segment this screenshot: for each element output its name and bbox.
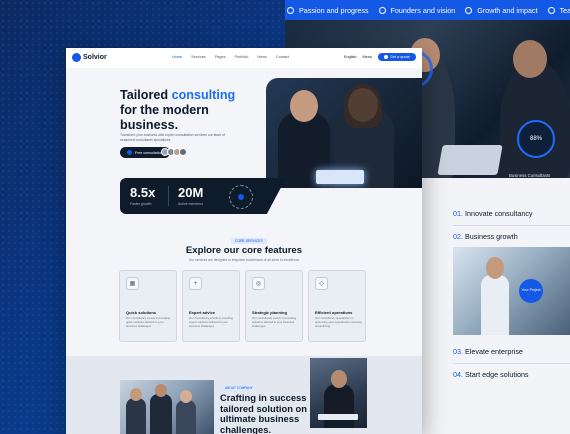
section-title: Explore our core features	[185, 245, 303, 256]
document	[318, 414, 358, 420]
feature-card-desc: Our consultancy specializes in optimizin…	[315, 316, 362, 328]
tablet-device	[437, 145, 503, 175]
logo-icon	[72, 53, 81, 62]
person-head	[331, 370, 347, 388]
circle-icon	[547, 6, 555, 14]
person-head	[513, 40, 547, 78]
person-silhouette	[500, 60, 570, 178]
stat-value: 8.5x	[130, 185, 156, 200]
stat-item: 8.5x Faster growth	[130, 185, 155, 206]
circle-icon	[287, 6, 294, 14]
logo[interactable]: Solvior	[72, 53, 107, 62]
topbar-label: Passion and progress	[299, 5, 369, 15]
topbar-item[interactable]: Founders and vision	[378, 5, 456, 15]
topbar-item[interactable]: Team and values	[547, 5, 570, 15]
person-silhouette	[150, 394, 172, 434]
nav-link-news[interactable]: News	[257, 55, 267, 59]
person-head	[290, 90, 318, 122]
stat-item: 20M Active members	[178, 185, 203, 206]
feature-card-title: Quick solutions	[126, 310, 157, 315]
stat-circle: 88%	[517, 120, 555, 158]
feature-card[interactable]: ▦ Quick solutions Our consultancy excels…	[119, 270, 177, 342]
person-silhouette	[481, 275, 509, 335]
stat-label: Active members	[178, 202, 204, 206]
arrow-icon	[127, 150, 132, 155]
topbar-label: Founders and vision	[390, 5, 456, 15]
plus-icon: +	[189, 277, 202, 290]
feature-card-desc: Our consultancy excels in providing solu…	[252, 316, 296, 328]
nav-link-pages[interactable]: Pages	[215, 55, 226, 59]
avatar-group	[161, 148, 187, 156]
topbar-label: Team and values	[559, 5, 570, 15]
get-quote-label: Get a quote	[389, 55, 410, 59]
business-growth-photo: Your Project	[453, 247, 570, 335]
section-title: Crafting in success tailored solution on…	[220, 392, 307, 434]
avatar	[179, 148, 187, 156]
project-circle-button[interactable]: Your Project	[519, 279, 543, 303]
stat-label: Faster growth	[130, 202, 152, 206]
person-head	[155, 384, 167, 397]
divider	[453, 225, 570, 226]
list-item[interactable]: 02. Business growth	[453, 232, 518, 241]
feature-card-title: Efficient operations	[315, 310, 353, 315]
topbar-item[interactable]: Growth and impact	[465, 5, 538, 15]
photo-caption: Business Consultants	[509, 173, 551, 178]
diamond-icon: ◇	[315, 277, 328, 290]
list-item[interactable]: 01. Innovate consultancy	[453, 209, 533, 218]
arrow-icon	[383, 55, 388, 59]
topbar-label: Growth and impact	[477, 5, 538, 15]
feature-cards: ▦ Quick solutions Our consultancy excels…	[119, 270, 369, 342]
stat-value: 20M	[178, 185, 204, 200]
feature-card-title: Strategic planning	[252, 310, 287, 315]
navbar: Solvior Home Services Pages Portfolio Ne…	[66, 48, 422, 68]
person-head	[486, 257, 504, 279]
grid-icon: ▦	[126, 277, 139, 290]
list-item[interactable]: 04. Start edge solutions	[453, 370, 529, 379]
hero-subtitle: Transform your business with expert cons…	[120, 133, 226, 142]
nav-link-services[interactable]: Services	[191, 55, 206, 59]
feature-card[interactable]: + Expert advice Our consultancy excels i…	[182, 270, 240, 342]
divider	[453, 363, 570, 364]
cta-label: Free consultation	[135, 150, 163, 155]
feature-card-title: Expert advice	[189, 310, 216, 315]
team-group-photo	[120, 380, 214, 434]
nav-links: Home Services Pages Portfolio News Conta…	[172, 55, 289, 59]
list-item[interactable]: 03. Elevate enterprise	[453, 347, 523, 356]
nav-link-portfolio[interactable]: Portfolio	[234, 55, 248, 59]
menu-toggle[interactable]: Menu	[362, 55, 372, 59]
rotating-badge-icon	[229, 185, 253, 209]
person-hair	[344, 84, 382, 128]
logo-text: Solvior	[83, 54, 107, 61]
target-icon: ◎	[252, 277, 265, 290]
back-topbar: Passion and progress Founders and vision…	[285, 0, 570, 20]
person-silhouette	[324, 384, 354, 428]
hero-title: Tailored consulting for the modern busin…	[120, 88, 236, 132]
badge-center	[238, 194, 244, 200]
person-head	[180, 390, 192, 403]
divider	[168, 186, 169, 206]
topbar-item[interactable]: Passion and progress	[287, 6, 369, 15]
circle-icon	[378, 6, 386, 14]
feature-card-desc: Our consultancy excels in providing expe…	[189, 316, 233, 328]
nav-link-home[interactable]: Home	[172, 55, 182, 59]
feature-card[interactable]: ◎ Strategic planning Our consultancy exc…	[245, 270, 303, 342]
circle-icon	[465, 6, 473, 14]
businessman-photo	[310, 358, 367, 428]
person-head	[130, 388, 142, 401]
feature-card[interactable]: ◇ Efficient operations Our consultancy s…	[308, 270, 366, 342]
main-page-preview: Solvior Home Services Pages Portfolio Ne…	[66, 48, 422, 434]
nav-link-contact[interactable]: Contact	[276, 55, 289, 59]
person-silhouette	[176, 400, 196, 434]
language-selector[interactable]: English	[344, 55, 356, 59]
section-badge: ABOUT COMPANY	[221, 385, 257, 391]
hero-photo	[266, 78, 422, 188]
get-quote-button[interactable]: Get a quote	[377, 53, 416, 61]
nav-actions: English Menu Get a quote	[344, 53, 416, 61]
tablet-device	[316, 170, 364, 184]
person-silhouette	[126, 398, 146, 434]
section-subtitle: Our services are designed to empower bus…	[188, 258, 300, 262]
feature-card-desc: Our consultancy excels in providing quic…	[126, 316, 170, 328]
section-badge: CORE SERVICES	[231, 238, 267, 244]
